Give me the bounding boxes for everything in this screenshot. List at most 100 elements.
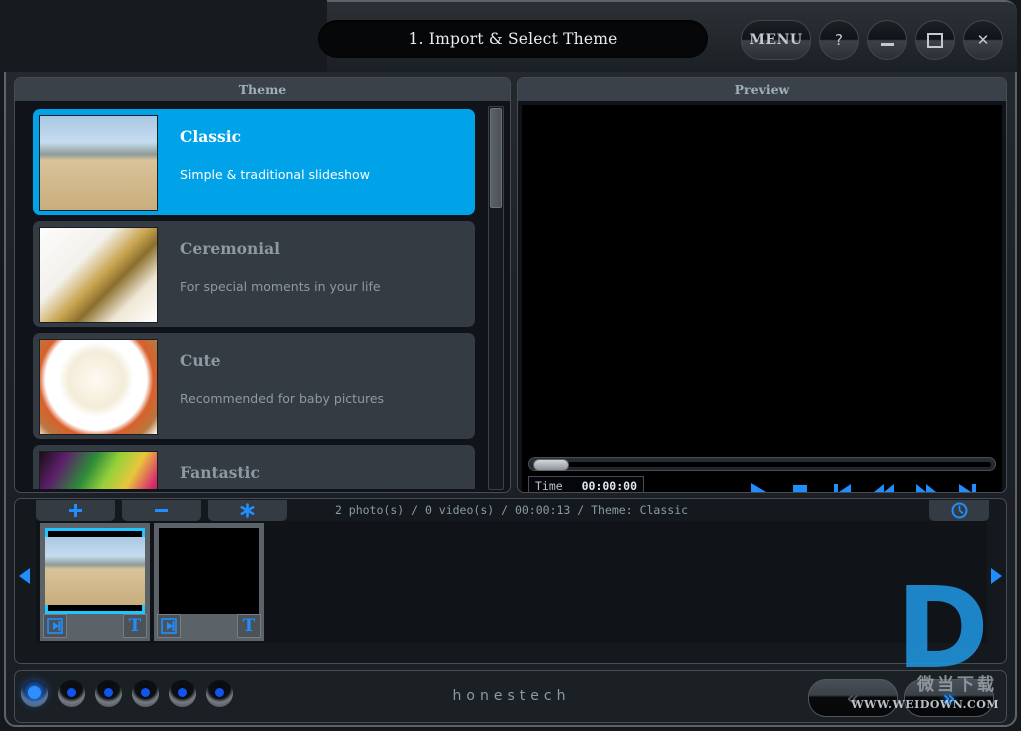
theme-description: Simple & traditional slideshow bbox=[180, 167, 370, 182]
storyboard-toolbar bbox=[36, 500, 296, 521]
asterisk-icon bbox=[240, 503, 255, 518]
transition-icon[interactable] bbox=[157, 614, 181, 638]
theme-item-ceremonial[interactable]: Ceremonial For special moments in your l… bbox=[33, 221, 475, 327]
help-button[interactable]: ? bbox=[819, 20, 859, 60]
storyboard-panel: 2 photo(s) / 0 video(s) / 00:00:13 / The… bbox=[14, 498, 1007, 664]
beach-thumbnail bbox=[39, 115, 158, 211]
minus-icon bbox=[154, 503, 169, 518]
playback-controls bbox=[747, 477, 997, 493]
arrow-right-icon bbox=[989, 567, 1003, 585]
rewind-icon bbox=[873, 482, 895, 493]
time-display: Time 00:00:00 Total 00:00:13 bbox=[528, 476, 644, 493]
time-label: Time bbox=[535, 479, 563, 493]
theme-item-cute[interactable]: Cute Recommended for baby pictures bbox=[33, 333, 475, 439]
theme-description: For special moments in your life bbox=[180, 279, 381, 294]
question-mark-icon: ? bbox=[835, 31, 843, 49]
maximize-icon bbox=[927, 33, 943, 48]
preview-panel-header: Preview bbox=[518, 78, 1006, 101]
rewind-button[interactable] bbox=[873, 477, 895, 493]
seek-track bbox=[535, 462, 991, 467]
storyboard-cell[interactable]: T bbox=[154, 523, 264, 641]
page-title: 1. Import & Select Theme bbox=[318, 20, 708, 58]
puppy-thumbnail bbox=[39, 339, 158, 435]
menu-button-label: MENU bbox=[749, 32, 802, 48]
theme-list-scrollbar[interactable] bbox=[488, 106, 504, 490]
seek-handle[interactable] bbox=[533, 459, 569, 471]
close-button[interactable]: ✕ bbox=[963, 20, 1003, 60]
next-step-button[interactable]: » bbox=[904, 679, 994, 717]
theme-description: Recommended for baby pictures bbox=[180, 391, 384, 406]
scrollbar-thumb[interactable] bbox=[490, 108, 502, 208]
add-media-button[interactable] bbox=[36, 500, 115, 521]
theme-list[interactable]: Classic Simple & traditional slideshow C… bbox=[19, 105, 489, 489]
footer-bar: honestech « » bbox=[14, 670, 1007, 723]
theme-item-fantastic[interactable]: Fantastic bbox=[33, 445, 475, 489]
navigation-buttons: « » bbox=[808, 679, 994, 717]
black-thumbnail bbox=[159, 537, 259, 605]
fast-forward-button[interactable] bbox=[915, 477, 937, 493]
theme-item-classic[interactable]: Classic Simple & traditional slideshow bbox=[33, 109, 475, 215]
theme-item-text: Ceremonial For special moments in your l… bbox=[158, 221, 381, 294]
previous-step-button[interactable]: « bbox=[808, 679, 898, 717]
window-frame: 1. Import & Select Theme MENU ? ✕ bbox=[0, 0, 1021, 731]
maximize-button[interactable] bbox=[915, 20, 955, 60]
previous-icon bbox=[832, 482, 852, 493]
text-overlay-button[interactable]: T bbox=[123, 614, 147, 638]
remove-media-button[interactable] bbox=[122, 500, 201, 521]
window-controls: MENU ? ✕ bbox=[741, 20, 1003, 60]
fast-forward-icon bbox=[915, 482, 937, 493]
menu-button[interactable]: MENU bbox=[741, 20, 811, 60]
rings-thumbnail bbox=[39, 227, 158, 323]
storyboard-scroll-left-button[interactable] bbox=[18, 567, 32, 589]
time-current-row: Time 00:00:00 bbox=[535, 479, 637, 493]
text-overlay-button[interactable]: T bbox=[237, 614, 261, 638]
theme-name: Cute bbox=[180, 351, 384, 370]
play-button[interactable] bbox=[747, 477, 769, 493]
theme-item-text: Classic Simple & traditional slideshow bbox=[158, 109, 370, 182]
text-icon: T bbox=[243, 616, 256, 636]
theme-item-text: Fantastic bbox=[158, 445, 260, 489]
storyboard-cell[interactable]: T bbox=[40, 523, 150, 641]
theme-item-text: Cute Recommended for baby pictures bbox=[158, 333, 384, 406]
chevron-left-icon: « bbox=[847, 688, 860, 708]
close-icon: ✕ bbox=[977, 31, 990, 49]
plus-icon bbox=[68, 503, 83, 518]
window-cutaway-region bbox=[0, 0, 327, 72]
preview-screen: Time 00:00:00 Total 00:00:13 bbox=[522, 105, 1002, 493]
fantastic-thumbnail bbox=[39, 451, 158, 489]
seek-bar[interactable] bbox=[528, 457, 996, 471]
effects-button[interactable] bbox=[208, 500, 287, 521]
next-icon bbox=[958, 482, 978, 493]
text-icon: T bbox=[129, 616, 142, 636]
preview-video-surface[interactable] bbox=[522, 105, 1002, 452]
page-title-text: 1. Import & Select Theme bbox=[408, 30, 617, 48]
storyboard-strip[interactable]: T T bbox=[36, 521, 987, 643]
duration-settings-button[interactable] bbox=[929, 500, 989, 521]
storyboard-thumbnail bbox=[45, 528, 145, 614]
beach-thumbnail bbox=[45, 537, 145, 605]
theme-name: Ceremonial bbox=[180, 239, 381, 258]
transport-bar: Time 00:00:00 Total 00:00:13 bbox=[522, 475, 1002, 493]
transition-icon[interactable] bbox=[43, 614, 67, 638]
theme-name: Classic bbox=[180, 127, 370, 146]
time-value: 00:00:00 bbox=[582, 479, 637, 493]
minimize-icon bbox=[881, 43, 894, 46]
theme-name: Fantastic bbox=[180, 463, 260, 482]
preview-panel: Preview Time 00:00:00 Total bbox=[517, 77, 1007, 493]
storyboard-scroll-right-button[interactable] bbox=[989, 567, 1003, 589]
theme-panel: Theme Classic Simple & traditional slide… bbox=[14, 77, 511, 493]
theme-panel-title: Theme bbox=[239, 82, 287, 97]
play-icon bbox=[748, 481, 768, 493]
chevron-right-icon: » bbox=[943, 688, 956, 708]
clock-icon bbox=[951, 502, 968, 519]
stop-button[interactable] bbox=[789, 477, 811, 493]
preview-panel-title: Preview bbox=[735, 82, 790, 97]
title-bar: 1. Import & Select Theme MENU ? ✕ bbox=[327, 2, 1017, 72]
theme-panel-header: Theme bbox=[15, 78, 510, 101]
stop-icon bbox=[791, 483, 809, 493]
previous-button[interactable] bbox=[831, 477, 853, 493]
minimize-button[interactable] bbox=[867, 20, 907, 60]
arrow-left-icon bbox=[18, 567, 32, 585]
next-button[interactable] bbox=[957, 477, 979, 493]
application-window: 1. Import & Select Theme MENU ? ✕ bbox=[0, 0, 1021, 731]
